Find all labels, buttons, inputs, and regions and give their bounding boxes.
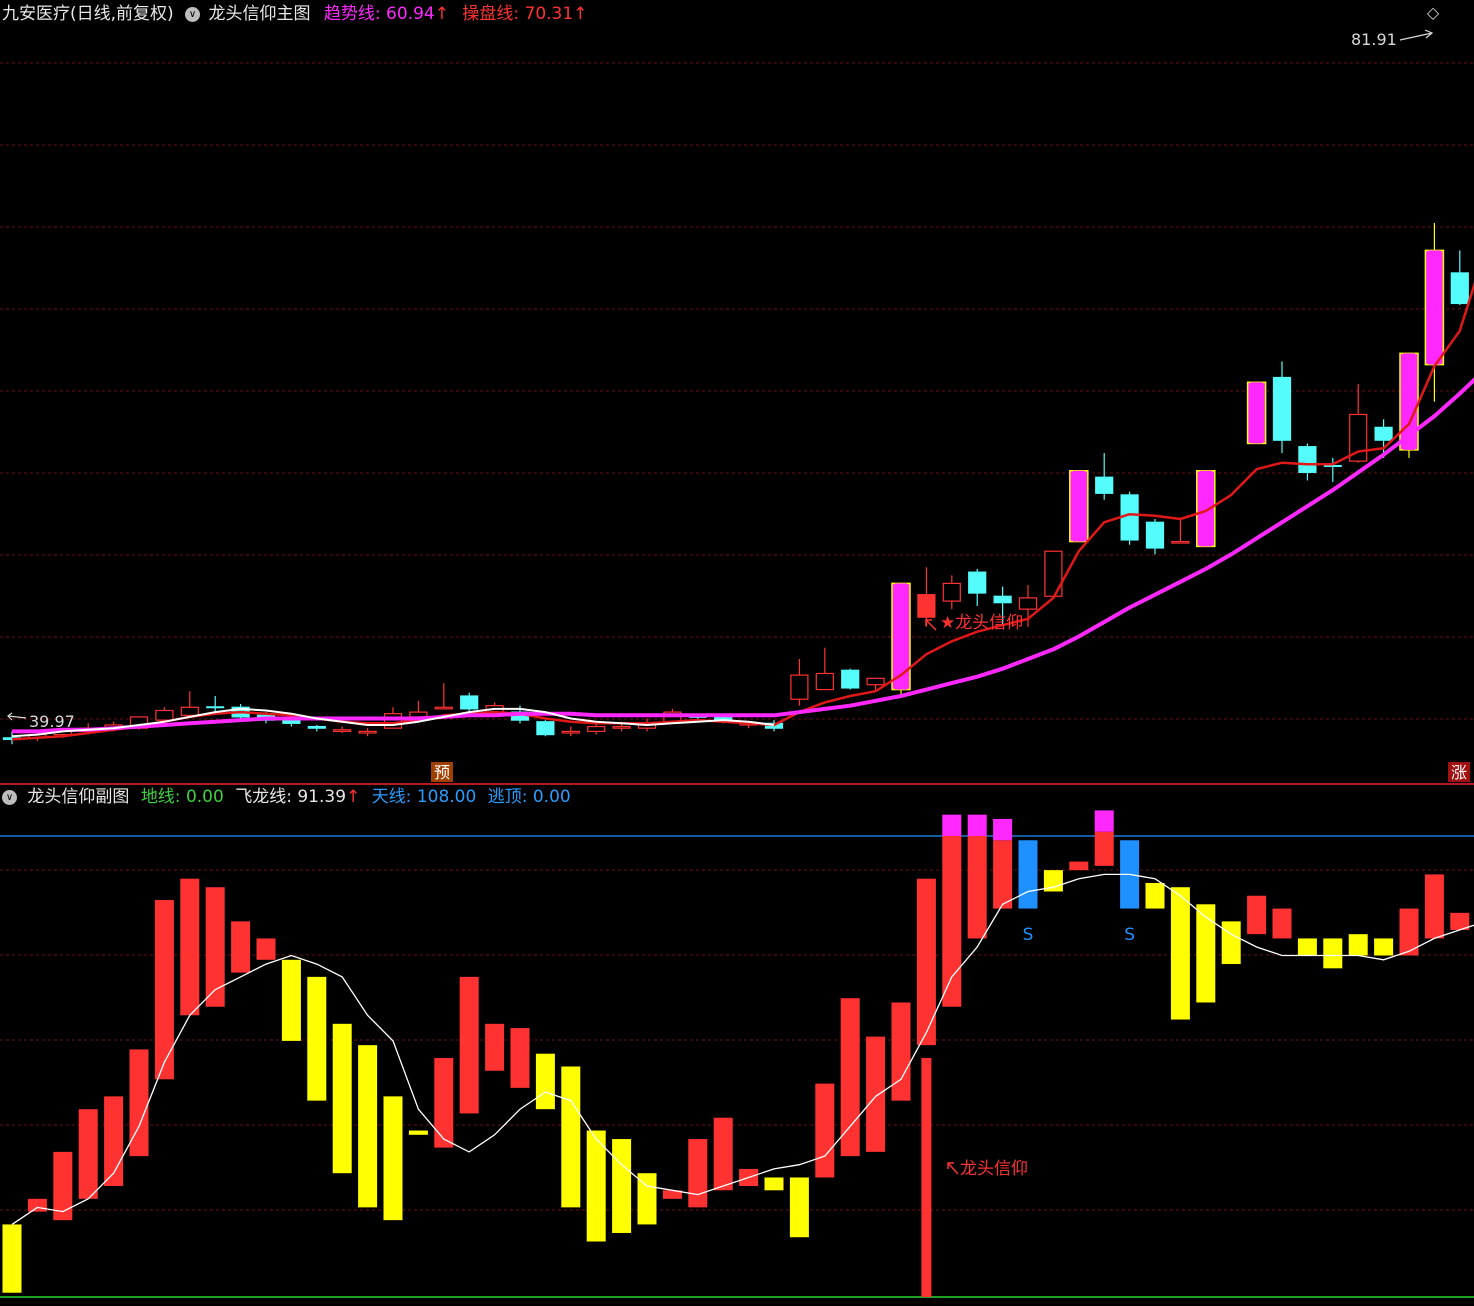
sub-bar[interactable] [916,878,936,1046]
sub-bar[interactable] [535,1053,555,1110]
candle[interactable] [587,723,606,735]
price-high-label: 81.91 [1351,30,1397,49]
sub-bar[interactable] [1272,908,1292,939]
candle[interactable] [1171,517,1190,544]
sub-bar[interactable] [281,959,301,1041]
sub-bar[interactable] [1348,934,1368,956]
candle[interactable] [1095,453,1114,500]
sub-bar[interactable] [205,887,225,1007]
sub-bar[interactable] [231,921,251,973]
sub-bar[interactable] [383,1096,403,1221]
sub-bar[interactable] [510,1028,530,1088]
sub-bar[interactable] [307,976,327,1101]
sub-bar[interactable] [256,938,276,960]
sub-bar[interactable] [1297,938,1317,956]
candle[interactable] [1196,470,1216,548]
candle[interactable] [1424,223,1445,402]
candle[interactable] [333,726,352,733]
candle[interactable] [180,691,199,717]
sub-bar[interactable] [815,1083,835,1178]
sub-bar[interactable] [1221,921,1241,965]
sub-bar[interactable] [154,900,174,1080]
up-badge-text: 涨 [1451,763,1467,782]
sub-bar[interactable] [1323,938,1343,969]
sub-bar[interactable] [408,1130,428,1135]
sub-bar[interactable] [612,1139,632,1233]
candle[interactable] [1069,470,1089,543]
sub-bar[interactable] [789,1177,809,1238]
sub-bar[interactable] [891,1002,911,1101]
candle[interactable] [1145,519,1165,555]
candle[interactable] [815,647,834,691]
sub-signal-label: 龙头信仰 [960,1159,1028,1179]
candle[interactable] [841,668,860,690]
up-badge[interactable]: 涨 [1448,762,1470,782]
candle[interactable] [942,575,961,610]
escape-s-marker: S [1023,925,1034,945]
candle[interactable] [307,724,326,732]
sub-bar[interactable] [485,1023,505,1071]
candle[interactable] [460,692,479,713]
sub-bar[interactable] [866,1036,886,1152]
sub-bar[interactable] [764,1177,784,1191]
price-low-label: 39.97 [29,712,75,731]
candle[interactable] [1298,443,1317,481]
sub-bar[interactable] [1170,887,1190,1020]
dragon-signal-bar [921,1057,932,1297]
signal-arrow-icon [925,619,937,631]
sub-bar[interactable] [713,1117,733,1191]
sub-bar[interactable] [1145,882,1165,909]
candle[interactable] [409,700,428,719]
sub-bar[interactable] [1094,810,1114,866]
candle[interactable] [917,567,936,627]
candle[interactable] [536,720,555,737]
sub-bar[interactable] [967,814,987,939]
main-signal-label: ★龙头信仰 [940,613,1023,633]
candle[interactable] [1450,250,1469,306]
sub-bar[interactable] [434,1057,454,1148]
pre-badge[interactable]: 预 [431,762,453,782]
price-high-arrow-icon [1399,29,1434,41]
sub-bar[interactable] [586,1130,606,1242]
escape-s-marker: S [1124,925,1135,945]
candle[interactable] [206,696,225,713]
sub-bar[interactable] [1069,861,1089,871]
sub-bar[interactable] [993,818,1013,909]
candle-layer [2,223,1469,745]
candle[interactable] [1272,361,1292,454]
main-line-layer [11,281,1474,741]
trade-line [11,281,1474,741]
sub-bar[interactable] [180,878,200,1016]
pre-badge-text: 预 [434,763,450,782]
sub-bar[interactable] [332,1023,352,1174]
sub-bar[interactable] [1424,874,1444,939]
sub-bar[interactable] [561,1066,581,1208]
sub-bar-layer [2,810,1470,1297]
sub-bar[interactable] [2,1224,22,1293]
candle[interactable] [1044,550,1063,598]
sub-signal-arrow-icon [947,1162,959,1175]
candle[interactable] [1120,491,1139,545]
sub-bar[interactable] [129,1049,149,1157]
candle[interactable] [790,659,809,706]
sub-bar[interactable] [688,1139,708,1208]
sub-bar[interactable] [1247,895,1267,935]
grid-layer [0,62,1474,1298]
chart-canvas: S S 预 涨 81.91 39.97 ★龙头信仰 龙头信仰 [0,29,1474,1298]
price-low-arrow-icon [7,712,27,721]
candle[interactable] [434,683,453,710]
sub-bar[interactable] [78,1109,98,1199]
sub-bar[interactable] [840,998,860,1157]
candle[interactable] [968,568,987,606]
candle[interactable] [1246,381,1267,445]
sub-bar[interactable] [1196,904,1216,1003]
sub-bar[interactable] [358,1045,378,1208]
candle[interactable] [358,728,377,737]
sub-bar[interactable] [1018,840,1038,909]
sub-bar[interactable] [27,1198,47,1212]
sub-bar[interactable] [459,976,479,1114]
candle[interactable] [561,726,580,737]
sub-bar[interactable] [1374,938,1394,956]
